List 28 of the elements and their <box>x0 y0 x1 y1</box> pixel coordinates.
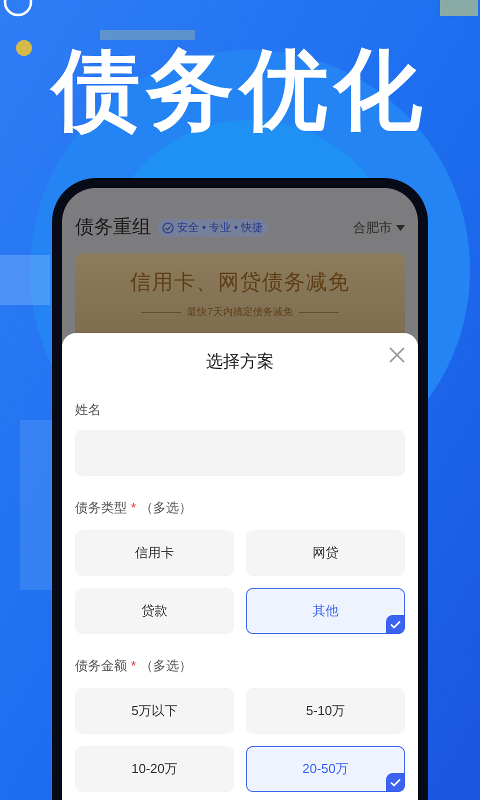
check-icon <box>386 615 405 634</box>
required-mark: * <box>131 499 136 518</box>
close-button[interactable] <box>389 347 405 363</box>
group-label: 债务类型 <box>75 499 127 518</box>
caret-icon <box>396 225 405 231</box>
option-button[interactable]: 其他 <box>246 588 405 634</box>
dot-decoration <box>16 40 32 56</box>
option-button[interactable]: 网贷 <box>246 530 405 576</box>
option-button[interactable]: 10-20万 <box>75 746 234 792</box>
field-label: 姓名 <box>75 401 102 419</box>
banner-title: 信用卡、网贷债务减免 <box>130 270 350 296</box>
ring-decoration <box>4 0 32 16</box>
required-mark: * <box>131 657 136 676</box>
option-button[interactable]: 20-50万 <box>246 746 405 792</box>
option-button[interactable]: 信用卡 <box>75 530 234 576</box>
group-note: （多选） <box>140 499 192 518</box>
option-button[interactable]: 5万以下 <box>75 688 234 734</box>
option-button[interactable]: 贷款 <box>75 588 234 634</box>
app-title: 债务重组 <box>75 216 151 240</box>
banner-subtitle: 最快7天内搞定债务减免 <box>187 306 293 320</box>
option-button[interactable]: 5-10万 <box>246 688 405 734</box>
sheet-title: 选择方案 <box>206 350 274 373</box>
check-circle-icon <box>162 222 174 234</box>
badge-text: 安全 • 专业 • 快捷 <box>177 220 263 236</box>
group-label: 债务金额 <box>75 657 127 676</box>
check-icon <box>386 773 405 792</box>
headline: 债务优化 <box>52 42 428 139</box>
group-note: （多选） <box>140 657 192 676</box>
